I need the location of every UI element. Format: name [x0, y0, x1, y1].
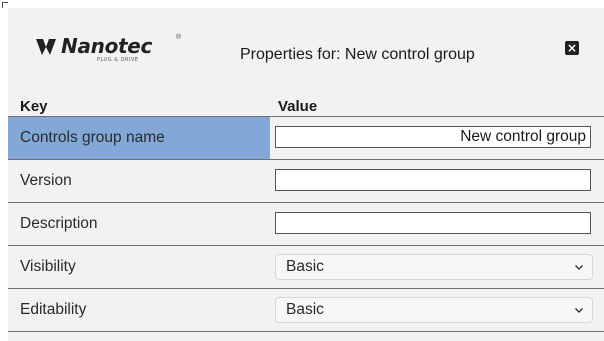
key-cell: Version [8, 160, 270, 202]
column-header-value: Value [278, 98, 318, 115]
table-row[interactable]: Visibility Basic [8, 245, 604, 288]
window-corner-mark [2, 2, 8, 8]
version-input[interactable] [275, 169, 591, 191]
key-cell: Visibility [8, 246, 270, 288]
table-row[interactable]: Description [8, 202, 604, 245]
properties-table: Key Value Controls group name Version De… [8, 96, 604, 332]
table-row[interactable]: Version [8, 159, 604, 202]
description-input[interactable] [275, 212, 591, 234]
value-cell: Basic [270, 246, 604, 288]
dialog-title: Properties for: New control group [240, 46, 475, 63]
key-cell: Editability [8, 289, 270, 331]
row-key-label: Visibility [20, 258, 76, 275]
column-header-key: Key [20, 98, 48, 115]
row-key-label: Editability [20, 301, 87, 318]
table-bottom-border [8, 331, 604, 332]
table-row[interactable]: Controls group name [8, 116, 604, 159]
visibility-selected-value: Basic [286, 258, 324, 275]
controls-group-name-input[interactable] [275, 126, 591, 148]
key-cell: Description [8, 203, 270, 245]
table-header: Key Value [8, 96, 604, 116]
properties-dialog: Nanotec ® PLUG & DRIVE Properties for: N… [8, 8, 604, 341]
row-key-label: Version [20, 172, 72, 189]
editability-selected-value: Basic [286, 301, 324, 318]
nanotec-logo: Nanotec ® PLUG & DRIVE [34, 34, 194, 74]
chevron-down-icon [575, 265, 583, 270]
value-cell [270, 160, 604, 202]
close-button[interactable]: × [565, 41, 579, 55]
value-cell [270, 203, 604, 245]
key-cell: Controls group name [8, 117, 270, 159]
row-key-label: Controls group name [20, 129, 165, 146]
logo-tagline: PLUG & DRIVE [97, 57, 139, 63]
chevron-down-icon [575, 308, 583, 313]
editability-select[interactable]: Basic [275, 297, 593, 323]
table-row[interactable]: Editability Basic [8, 288, 604, 331]
row-key-label: Description [20, 215, 98, 232]
logo-registered-mark: ® [176, 34, 182, 41]
close-icon: × [566, 41, 578, 55]
visibility-select[interactable]: Basic [275, 254, 593, 280]
value-cell [270, 117, 604, 159]
nanotec-logo-icon [36, 39, 56, 55]
value-cell: Basic [270, 289, 604, 331]
logo-wordmark: Nanotec [61, 34, 153, 58]
